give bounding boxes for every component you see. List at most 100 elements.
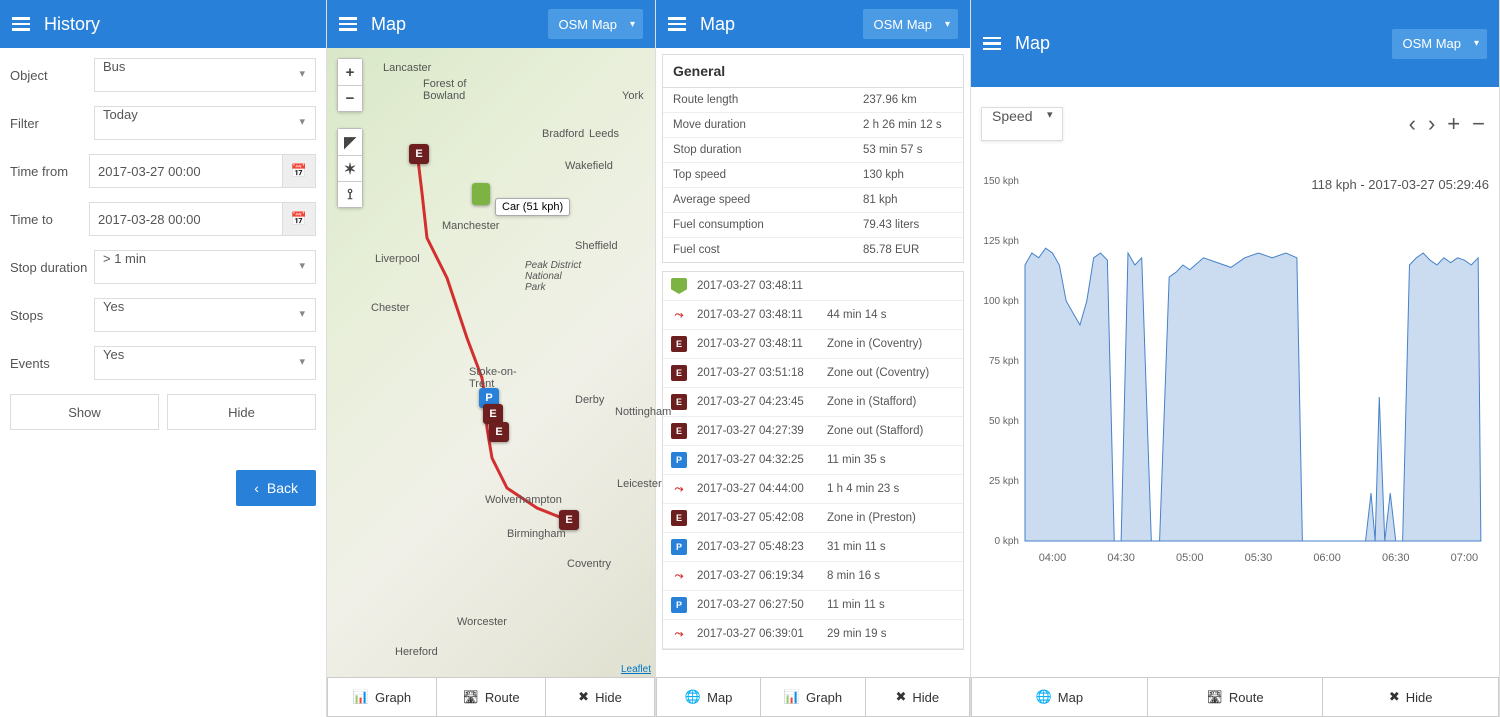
event-detail: 29 min 19 s (827, 628, 955, 640)
general-key: Move duration (673, 119, 863, 131)
map-type-select[interactable]: OSM Map (548, 9, 643, 39)
event-row[interactable]: ⤳2017-03-27 03:48:1144 min 14 s (663, 301, 963, 330)
tab-map[interactable]: 🌐Map (656, 678, 761, 717)
close-icon: ✖ (895, 689, 906, 705)
time-to-input[interactable] (89, 202, 282, 236)
tab-route[interactable]: 🛣Route (1148, 678, 1324, 717)
close-icon: ✖ (1389, 689, 1400, 705)
event-marker[interactable]: E (409, 144, 429, 164)
event-time: 2017-03-27 03:51:18 (697, 367, 817, 379)
chart-metric-select[interactable]: Speed (981, 107, 1063, 141)
event-row[interactable]: ⤳ 2017-03-27 06:39:01 29 min 19 s (663, 620, 963, 649)
svg-text:150 kph: 150 kph (983, 176, 1019, 187)
map-type-select[interactable]: OSM Map (863, 9, 958, 39)
event-detail: Zone in (Coventry) (827, 338, 955, 350)
general-value: 79.43 liters (863, 219, 953, 231)
filter-select[interactable]: Today (94, 106, 316, 140)
event-detail: Zone out (Stafford) (827, 425, 955, 437)
svg-text:04:00: 04:00 (1039, 552, 1067, 564)
svg-text:100 kph: 100 kph (983, 296, 1019, 307)
svg-text:0 kph: 0 kph (995, 536, 1019, 547)
event-detail: Zone out (Coventry) (827, 367, 955, 379)
tab-graph[interactable]: 📊Graph (761, 678, 865, 717)
leaflet-attribution[interactable]: Leaflet (621, 664, 651, 675)
menu-icon[interactable] (339, 17, 357, 31)
panel-title: Map (371, 14, 406, 35)
hide-button[interactable]: Hide (167, 394, 316, 430)
event-row[interactable]: E2017-03-27 03:48:11Zone in (Coventry) (663, 330, 963, 359)
tab-hide[interactable]: ✖Hide (866, 678, 970, 717)
event-type-icon: P (671, 452, 687, 468)
stop-duration-label: Stop duration (10, 260, 94, 275)
event-type-icon: ⤳ (671, 481, 687, 497)
time-from-input[interactable] (89, 154, 282, 188)
event-marker[interactable]: E (489, 422, 509, 442)
tab-graph[interactable]: 📊Graph (327, 678, 437, 717)
route-icon: 🛣 (462, 689, 479, 705)
menu-icon[interactable] (668, 17, 686, 31)
object-select[interactable]: Bus (94, 58, 316, 92)
panel-title: Map (1015, 33, 1050, 54)
event-type-icon: P (671, 597, 687, 613)
event-type-icon: E (671, 510, 687, 526)
speed-chart[interactable]: 0 kph25 kph50 kph75 kph100 kph125 kph150… (981, 171, 1489, 571)
show-button[interactable]: Show (10, 394, 159, 430)
chart-prev-icon[interactable]: ‹ (1405, 111, 1420, 137)
event-row[interactable]: 2017-03-27 03:48:11 (663, 272, 963, 301)
tab-hide[interactable]: ✖Hide (546, 678, 655, 717)
event-marker[interactable]: E (483, 404, 503, 424)
calendar-icon[interactable]: 📅 (282, 202, 316, 236)
start-marker[interactable] (472, 183, 490, 205)
event-row[interactable]: E 2017-03-27 03:51:18 Zone out (Coventry) (663, 359, 963, 388)
event-row[interactable]: P2017-03-27 06:27:5011 min 11 s (663, 591, 963, 620)
svg-text:06:30: 06:30 (1382, 552, 1410, 564)
event-row[interactable]: ⤳2017-03-27 06:19:348 min 16 s (663, 562, 963, 591)
map-type-select[interactable]: OSM Map (1392, 29, 1487, 59)
event-row[interactable]: P2017-03-27 05:48:2331 min 11 s (663, 533, 963, 562)
menu-icon[interactable] (983, 37, 1001, 51)
event-type-icon: E (671, 423, 687, 439)
tab-hide[interactable]: ✖Hide (1323, 678, 1499, 717)
calendar-icon[interactable]: 📅 (282, 154, 316, 188)
panel-title: Map (700, 14, 735, 35)
event-time: 2017-03-27 06:39:01 (697, 628, 817, 640)
chart-zoom-in-icon[interactable]: + (1443, 111, 1464, 137)
event-row[interactable]: E2017-03-27 05:42:08Zone in (Preston) (663, 504, 963, 533)
event-row[interactable]: ⤳2017-03-27 04:44:001 h 4 min 23 s (663, 475, 963, 504)
stop-duration-select[interactable]: > 1 min (94, 250, 316, 284)
map-canvas[interactable]: + − ◤ ✶ ⟟ E Car (51 kph) P E E E Lancast… (327, 48, 655, 677)
stops-select[interactable]: Yes (94, 298, 316, 332)
event-marker[interactable]: E (559, 510, 579, 530)
event-type-icon: ⤳ (671, 626, 687, 642)
general-key: Average speed (673, 194, 863, 206)
event-type-icon: E (671, 365, 687, 381)
filter-label: Filter (10, 116, 94, 131)
chart-zoom-out-icon[interactable]: − (1468, 111, 1489, 137)
events-select[interactable]: Yes (94, 346, 316, 380)
event-time: 2017-03-27 04:32:25 (697, 454, 817, 466)
chevron-left-icon: ‹ (254, 480, 259, 496)
panel-title: History (44, 14, 100, 35)
general-value: 2 h 26 min 12 s (863, 119, 953, 131)
event-time: 2017-03-27 05:42:08 (697, 512, 817, 524)
svg-text:75 kph: 75 kph (989, 356, 1019, 367)
back-button[interactable]: ‹Back (236, 470, 316, 506)
map-tooltip: Car (51 kph) (495, 198, 570, 216)
event-detail: Zone in (Stafford) (827, 396, 955, 408)
tab-map[interactable]: 🌐Map (971, 678, 1148, 717)
event-row[interactable]: P2017-03-27 04:32:2511 min 35 s (663, 446, 963, 475)
stops-label: Stops (10, 308, 94, 323)
event-row[interactable]: E2017-03-27 04:23:45Zone in (Stafford) (663, 388, 963, 417)
svg-text:05:00: 05:00 (1176, 552, 1204, 564)
time-to-label: Time to (10, 212, 89, 227)
chart-next-icon[interactable]: › (1424, 111, 1439, 137)
tab-route[interactable]: 🛣Route (437, 678, 546, 717)
event-time: 2017-03-27 06:27:50 (697, 599, 817, 611)
menu-icon[interactable] (12, 17, 30, 31)
object-label: Object (10, 68, 94, 83)
svg-text:06:00: 06:00 (1313, 552, 1341, 564)
event-time: 2017-03-27 03:48:11 (697, 309, 817, 321)
svg-text:125 kph: 125 kph (983, 236, 1019, 247)
event-detail: 44 min 14 s (827, 309, 955, 321)
event-row[interactable]: E2017-03-27 04:27:39Zone out (Stafford) (663, 417, 963, 446)
